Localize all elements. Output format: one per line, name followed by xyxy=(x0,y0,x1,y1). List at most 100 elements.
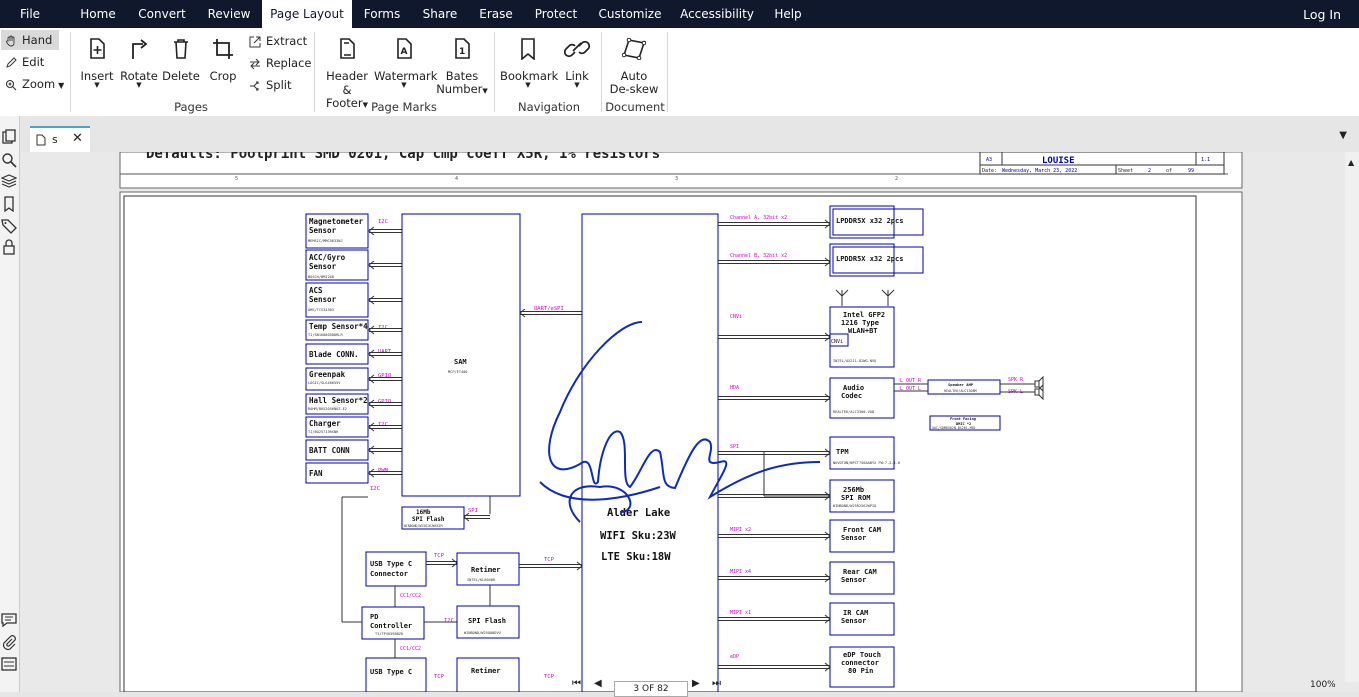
extract-icon xyxy=(249,36,261,47)
pd-part: TI/TPS65988ZK xyxy=(375,632,404,636)
last-page-icon[interactable]: ⏭ xyxy=(712,678,721,689)
ruler-mark: 5 xyxy=(235,176,238,182)
cpu-sku: WIFI Sku:23W xyxy=(600,530,677,542)
sheet-number: 2 xyxy=(1148,168,1151,174)
menu-customize[interactable]: Customize xyxy=(598,0,662,28)
peripheral-name: LPDDR5X x32 2pcs xyxy=(836,217,903,225)
bus-label: TCP xyxy=(544,557,555,563)
peripheral-name: Codec xyxy=(841,392,862,400)
peripheral-part: WINBOND/W25R256JWPIQ xyxy=(833,504,876,508)
pages-panel-icon[interactable] xyxy=(1,129,17,145)
retimer-name: Retimer xyxy=(471,566,501,574)
peripheral-name: Sensor xyxy=(841,576,866,584)
menu-accessibility[interactable]: Accessibility xyxy=(680,0,754,28)
bus-label: I2C xyxy=(378,219,388,225)
page-number-input[interactable]: 3 OF 82 xyxy=(614,681,688,697)
bus-label: SPI xyxy=(730,444,739,450)
menu-convert[interactable]: Convert xyxy=(136,0,188,28)
tab-label: s xyxy=(52,133,58,146)
extract-label: Extract xyxy=(266,34,308,48)
peripheral-name: Rear CAM xyxy=(843,568,877,576)
close-icon[interactable]: ✕ xyxy=(72,131,83,146)
left-sidebar xyxy=(0,116,20,692)
hand-label: Hand xyxy=(22,33,53,47)
attachment-icon[interactable] xyxy=(1,634,17,650)
zoom-tool[interactable]: Zoom ▼ xyxy=(5,74,64,94)
sam-name: SAM xyxy=(454,358,467,366)
sensor-name: Sensor xyxy=(309,226,337,235)
watermark-button[interactable]: A Watermark ▼ xyxy=(374,38,437,89)
sam-part: MCP/ET400 xyxy=(448,370,467,374)
ruler-mark: 4 xyxy=(455,176,458,182)
menu-bar: File Home Convert Review Page Layout For… xyxy=(0,0,1359,28)
bus-label: TCP xyxy=(544,674,555,680)
bates-number-icon: 1 xyxy=(455,38,470,59)
dmic-part: AAC/SDM0502N-BX261-M02 xyxy=(932,426,976,430)
insert-button[interactable]: Insert ▼ xyxy=(78,38,116,89)
zoom-level[interactable]: 100% xyxy=(1310,680,1336,690)
sensor-name: ACS xyxy=(309,286,323,295)
sensor-part: TI/BQ25713RSNR xyxy=(308,430,339,434)
bookmark-icon xyxy=(521,38,535,60)
delete-label: Delete xyxy=(162,69,200,83)
crop-button[interactable]: Crop xyxy=(204,38,242,83)
search-icon[interactable] xyxy=(1,152,17,168)
menu-review[interactable]: Review xyxy=(204,0,254,28)
bookmark-button[interactable]: Bookmark ▼ xyxy=(500,38,558,89)
crop-icon xyxy=(213,39,233,59)
bookmark-panel-icon[interactable] xyxy=(1,196,17,212)
document-group-label: Document xyxy=(605,100,665,114)
chevron-down-icon: ▼ xyxy=(58,81,65,90)
split-icon xyxy=(250,81,259,90)
sensor-part: TI/SN1608050DRLR xyxy=(308,333,343,337)
bates-label: Bates xyxy=(445,69,479,83)
bus-label: GPIO xyxy=(378,373,391,379)
sensor-name: Sensor xyxy=(309,262,337,271)
menu-protect[interactable]: Protect xyxy=(532,0,580,28)
menu-help[interactable]: Help xyxy=(770,0,806,28)
bus-label: eDP xyxy=(730,654,739,660)
scroll-up-icon[interactable]: ▲ xyxy=(1348,158,1354,167)
zoom-icon xyxy=(5,79,17,90)
bus-label: CC1/CC2 xyxy=(400,593,421,599)
menu-forms[interactable]: Forms xyxy=(362,0,402,28)
bus-label: HDA xyxy=(730,385,739,391)
group-divider xyxy=(601,32,602,112)
split-button[interactable]: Split xyxy=(249,75,292,95)
menu-erase[interactable]: Erase xyxy=(476,0,516,28)
auto-deskew-button[interactable]: Auto De-skew xyxy=(606,38,662,96)
current-page xyxy=(119,191,1243,692)
rotate-button[interactable]: Rotate ▼ xyxy=(120,38,158,89)
bus-label: TCP xyxy=(434,553,445,559)
peripheral-name: 256Mb xyxy=(843,486,864,494)
menu-file[interactable]: File xyxy=(8,0,52,28)
lock-icon[interactable] xyxy=(1,239,17,255)
edit-tool[interactable]: Edit xyxy=(5,52,44,72)
layers-icon[interactable] xyxy=(1,173,17,189)
bates-number-button[interactable]: 1 Bates Number▼ xyxy=(436,38,488,96)
comment-icon[interactable] xyxy=(1,612,17,628)
menu-share[interactable]: Share xyxy=(420,0,460,28)
link-button[interactable]: Link ▼ xyxy=(560,38,594,89)
extract-button[interactable]: Extract xyxy=(249,31,307,51)
document-tab[interactable]: s ✕ xyxy=(30,126,90,154)
hand-icon xyxy=(6,35,15,46)
delete-button[interactable]: Delete xyxy=(162,38,200,83)
peripheral-part: INTEL/AX211.D2WG.NVQ xyxy=(833,359,876,363)
schematic-page: Defaults: Footprint SMD 0201, Cap cmp co… xyxy=(119,152,1243,692)
chevron-down-icon[interactable]: ▼ xyxy=(1339,130,1347,141)
next-page-icon[interactable]: ▶ xyxy=(692,678,700,689)
vertical-scrollbar[interactable]: ▲ xyxy=(1345,152,1359,682)
tag-icon[interactable] xyxy=(1,218,17,234)
peripheral-name: TPM xyxy=(836,448,849,456)
login-button[interactable]: Log In xyxy=(1303,0,1341,28)
peripheral-name: Intel GFP2 xyxy=(843,311,885,319)
first-page-icon[interactable]: ⏮ xyxy=(572,678,581,689)
sensor-name: Sensor xyxy=(309,295,337,304)
menu-home[interactable]: Home xyxy=(76,0,120,28)
prev-page-icon[interactable]: ◀ xyxy=(594,678,602,689)
menu-page-layout[interactable]: Page Layout xyxy=(262,0,352,28)
form-fields-icon[interactable] xyxy=(1,656,17,672)
hand-tool[interactable]: Hand xyxy=(1,30,59,50)
replace-button[interactable]: Replace xyxy=(249,53,312,73)
